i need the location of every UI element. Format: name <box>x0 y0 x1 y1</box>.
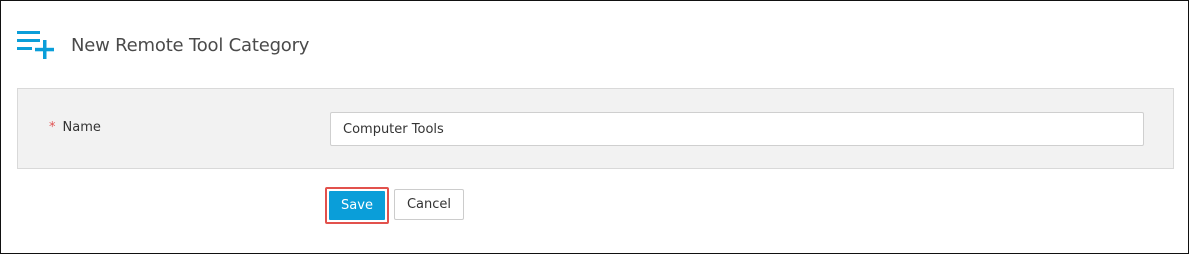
save-button-highlight: Save <box>325 187 389 224</box>
name-input[interactable] <box>330 112 1144 146</box>
page-header: New Remote Tool Category <box>16 29 309 61</box>
list-add-icon <box>17 31 54 59</box>
required-marker: * <box>49 120 56 135</box>
name-label-text: Name <box>62 120 101 135</box>
dialog-frame: New Remote Tool Category * Name Save Canc… <box>0 0 1189 254</box>
save-button[interactable]: Save <box>329 191 385 220</box>
form-panel: * Name <box>17 88 1174 169</box>
cancel-button[interactable]: Cancel <box>394 189 464 220</box>
name-field-label: * Name <box>49 120 101 135</box>
page-title: New Remote Tool Category <box>71 34 310 56</box>
